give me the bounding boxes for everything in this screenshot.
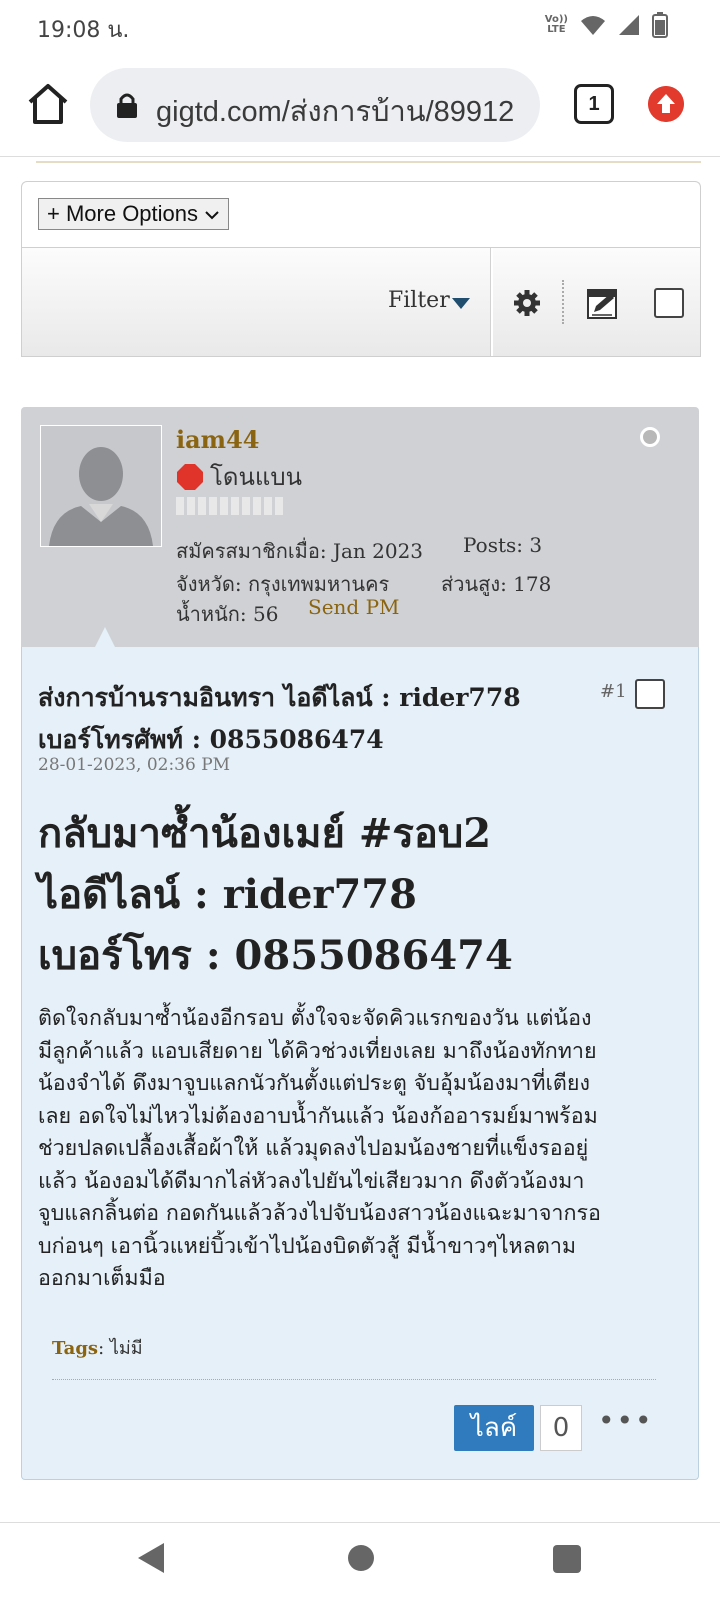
- post-select-checkbox[interactable]: [635, 679, 665, 709]
- post-pointer: [95, 627, 115, 647]
- address-bar[interactable]: gigtd.com/ส่งการบ้าน/89912: [90, 68, 540, 142]
- post-title: ส่งการบ้านรามอินทรา ไอดีไลน์ : rider778 …: [38, 683, 521, 754]
- join-date: สมัครสมาชิกเมื่อ: Jan 2023: [176, 539, 424, 563]
- banned-status: โดนแบน: [176, 457, 302, 496]
- more-options-label: + More Options: [47, 201, 199, 226]
- post-date: 28-01-2023, 02:36 PM: [38, 755, 231, 775]
- height: ส่วนสูง: 178: [441, 572, 552, 596]
- post-number-link[interactable]: #1: [600, 681, 627, 702]
- toolbar-divider: [490, 248, 493, 356]
- status-bar: 19:08 น. Vo)) LTE: [0, 0, 720, 56]
- filter-dropdown-icon[interactable]: [452, 298, 470, 309]
- post-count: Posts: 3: [463, 533, 543, 557]
- signal-icon: [619, 15, 639, 35]
- online-status-icon: [640, 427, 660, 447]
- like-button[interactable]: ไลค์: [454, 1405, 534, 1451]
- select-all-checkbox[interactable]: [654, 288, 684, 318]
- reputation-bar: [176, 497, 284, 515]
- tab-switcher-button[interactable]: 1: [574, 84, 614, 124]
- home-nav-icon[interactable]: [348, 1545, 374, 1571]
- system-navigation-bar: [0, 1522, 720, 1601]
- post-message: ติดใจกลับมาซ้ำน้องอีกรอบ ตั้งใจจะจัดคิวแ…: [38, 1006, 601, 1291]
- post-author-panel: iam44 โดนแบน สมัครสมาชิกเมื่อ: Jan 2023 …: [21, 407, 699, 647]
- tags-value: : ไม่มี: [98, 1338, 143, 1359]
- filter-button[interactable]: Filter: [388, 288, 450, 313]
- toolbar-dotted-divider: [562, 280, 564, 324]
- edit-post-icon[interactable]: [586, 286, 620, 320]
- more-actions-icon[interactable]: •••: [598, 1407, 654, 1435]
- url-text[interactable]: gigtd.com/ส่งการบ้าน/89912: [156, 88, 526, 134]
- post-headline: กลับมาซ้ำน้องเมย์ #รอบ2 ไอดีไลน์ : rider…: [38, 810, 513, 979]
- default-avatar-icon: [41, 426, 161, 546]
- browser-toolbar: gigtd.com/ส่งการบ้าน/89912 1: [0, 62, 720, 148]
- gear-icon[interactable]: [512, 288, 542, 318]
- tags-label: Tags: [52, 1338, 99, 1359]
- thread-toolbar: Filter: [21, 247, 701, 357]
- status-icons: Vo)) LTE: [545, 12, 668, 38]
- previous-section-edge: [36, 157, 701, 163]
- back-icon[interactable]: [138, 1543, 164, 1573]
- post-body: ส่งการบ้านรามอินทรา ไอดีไลน์ : rider778 …: [21, 647, 699, 1480]
- page-content: + More Options Filter iam44 โดนแบน สมัคร…: [0, 156, 720, 1523]
- like-count: 0: [540, 1405, 582, 1451]
- volte-icon: Vo)) LTE: [544, 14, 568, 35]
- status-time: 19:08 น.: [37, 18, 130, 43]
- username-link[interactable]: iam44: [176, 425, 259, 454]
- avatar[interactable]: [40, 425, 162, 547]
- chevron-down-icon: [205, 211, 219, 220]
- recent-apps-icon[interactable]: [553, 1545, 581, 1573]
- weight: น้ำหนัก: 56: [176, 602, 279, 626]
- post-footer-divider: [52, 1379, 656, 1380]
- more-options-button[interactable]: + More Options: [38, 198, 230, 230]
- update-icon[interactable]: [648, 86, 684, 122]
- stop-sign-icon: [177, 463, 203, 490]
- send-pm-link[interactable]: Send PM: [308, 595, 400, 619]
- home-icon[interactable]: [24, 80, 72, 128]
- lock-icon: [117, 93, 137, 118]
- options-panel: + More Options: [21, 181, 701, 248]
- wifi-icon: [581, 16, 605, 35]
- post-tags: Tags: ไม่มี: [52, 1333, 143, 1362]
- status-text: โดนแบน: [210, 463, 302, 491]
- battery-icon: [652, 12, 668, 38]
